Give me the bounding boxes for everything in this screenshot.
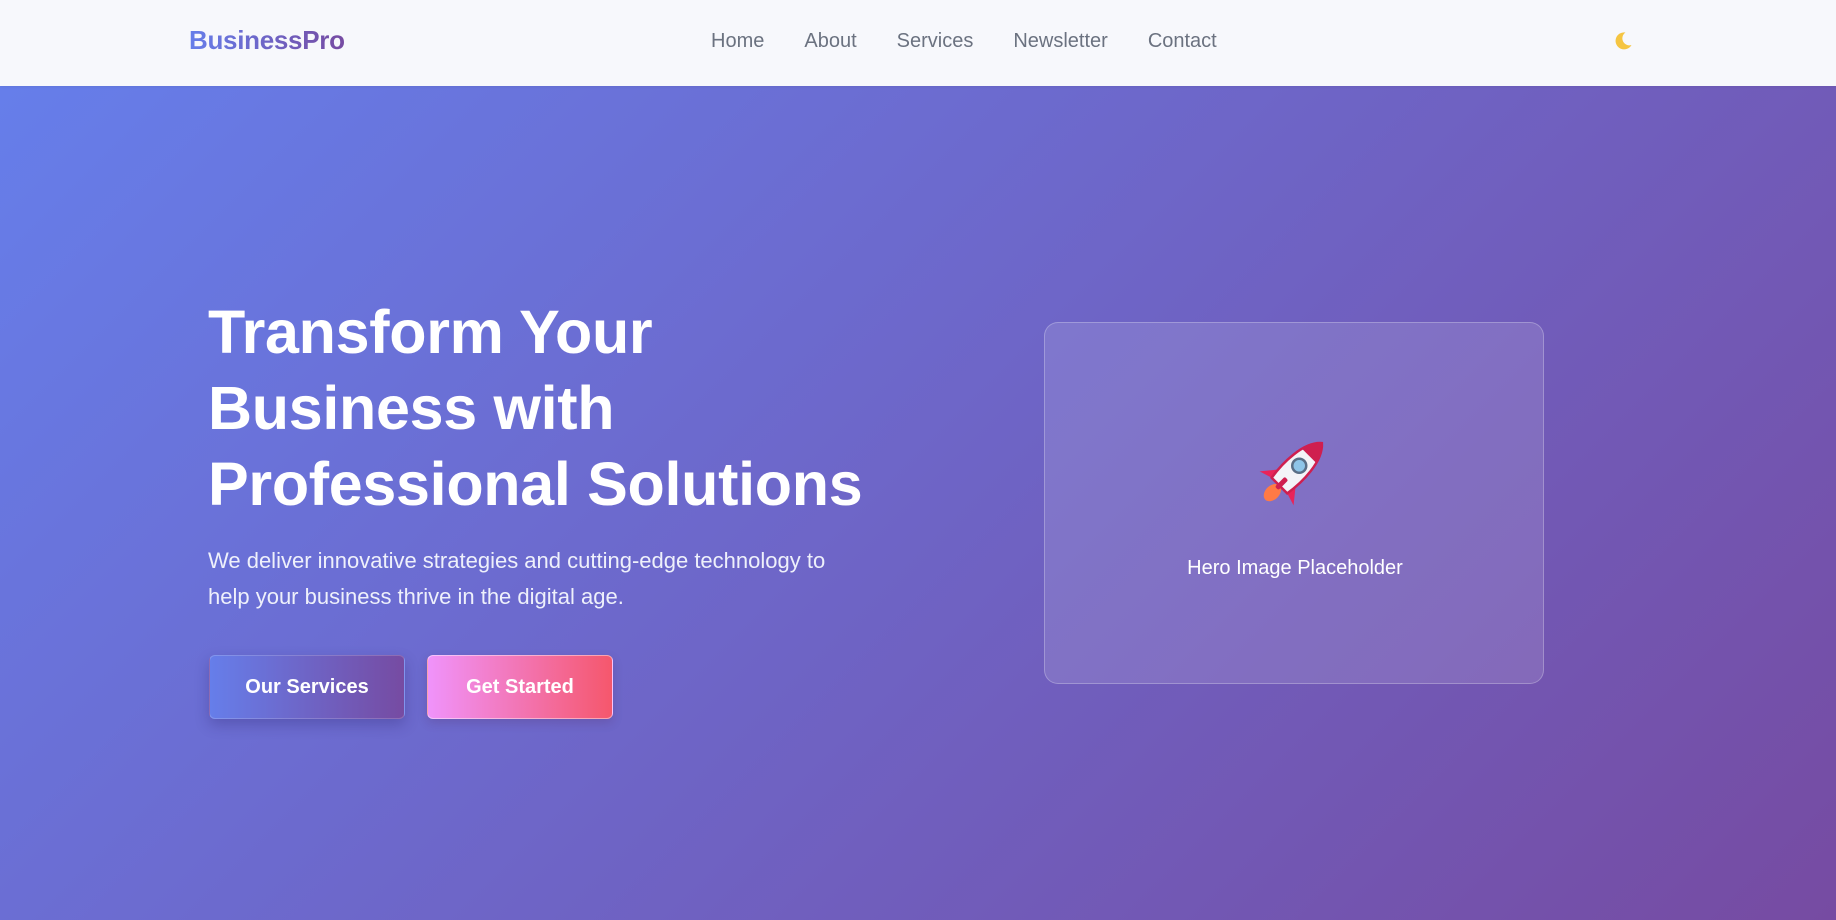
rocket-icon bbox=[1259, 441, 1324, 506]
theme-toggle-button[interactable] bbox=[1610, 28, 1636, 54]
moon-icon bbox=[1615, 32, 1632, 50]
hero-title-line-3: Professional Solutions bbox=[208, 450, 863, 518]
nav-link-home[interactable]: Home bbox=[711, 30, 764, 52]
nav-links: Home About Services Newsletter Contact bbox=[711, 28, 1217, 54]
hero-image-placeholder: Hero Image Placeholder bbox=[1044, 322, 1544, 684]
nav-link-newsletter[interactable]: Newsletter bbox=[1013, 30, 1107, 52]
nav-link-about[interactable]: About bbox=[804, 30, 856, 52]
brand-logo[interactable]: BusinessPro bbox=[189, 25, 345, 56]
get-started-button[interactable]: Get Started bbox=[427, 655, 613, 719]
nav-item-contact: Contact bbox=[1148, 28, 1217, 54]
nav-item-newsletter: Newsletter bbox=[1013, 28, 1107, 54]
navbar: BusinessPro Home About Services Newslett… bbox=[0, 0, 1836, 86]
nav-item-home: Home bbox=[711, 28, 764, 54]
hero-image-caption: Hero Image Placeholder bbox=[1187, 557, 1403, 579]
our-services-button[interactable]: Our Services bbox=[209, 655, 405, 719]
hero-section: Transform Your Business with Professiona… bbox=[0, 86, 1836, 920]
nav-link-services[interactable]: Services bbox=[897, 30, 974, 52]
hero-subtitle: We deliver innovative strategies and cut… bbox=[208, 548, 826, 609]
hero-title-line-2: Business with bbox=[208, 374, 615, 442]
nav-item-services: Services bbox=[897, 28, 974, 54]
hero-title-line-1: Transform Your bbox=[208, 298, 653, 366]
nav-item-about: About bbox=[804, 28, 856, 54]
nav-link-contact[interactable]: Contact bbox=[1148, 30, 1217, 52]
hero-title: Transform Your Business with Professiona… bbox=[208, 294, 908, 522]
